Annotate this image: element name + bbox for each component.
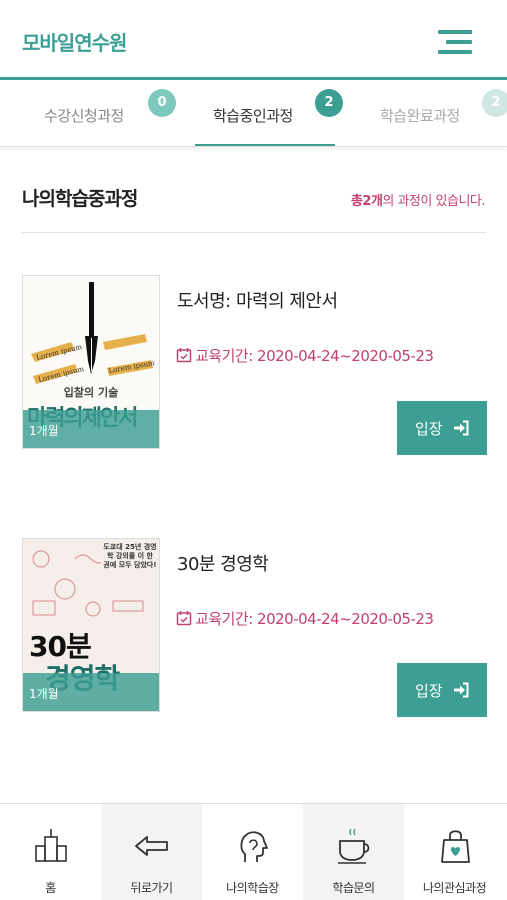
course-count-text: 총2개의 과정이 있습니다. — [350, 190, 486, 209]
course-title[interactable]: 도서명: 마력의 제안서 — [177, 287, 338, 313]
count-suffix: 의 과정이 있습니다. — [382, 194, 485, 209]
nav-home[interactable]: 홈 — [0, 804, 101, 900]
sign-in-icon — [454, 420, 469, 436]
nav-my-learning[interactable]: 나의학습장 — [202, 804, 303, 900]
course-tabs: 수강신청과정 0 학습중인과정 2 학습완료과정 2 — [0, 83, 507, 147]
nav-label: 학습문의 — [332, 881, 375, 895]
period-value: 2020-04-24~2020-05-23 — [257, 610, 434, 628]
course-period: 교육기간: 2020-04-24~2020-05-23 — [176, 345, 434, 366]
coffee-cup-icon — [337, 828, 369, 864]
home-icon — [34, 829, 67, 862]
duration-overlay: 1개월 — [23, 410, 159, 448]
divider — [22, 232, 486, 233]
nav-label: 나의관심과정 — [422, 881, 487, 895]
period-value: 2020-04-24~2020-05-23 — [257, 347, 434, 365]
nav-label: 나의학습장 — [226, 881, 279, 895]
book-cover-thumbnail[interactable]: 도쿄대 25년 경영학 강의를 이 한 권에 모두 담았다! 30분 경영학 1… — [22, 538, 160, 712]
course-card: Lorem ipsum Lorem ipsum Lorem ipsum 입찰의 … — [0, 275, 507, 455]
calendar-check-icon — [176, 611, 192, 626]
shopping-bag-icon — [440, 830, 470, 863]
hamburger-menu-icon[interactable] — [436, 30, 472, 56]
course-title[interactable]: 30분 경영학 — [177, 550, 269, 576]
count-prefix: 총 — [350, 194, 363, 209]
tab-label: 학습완료과정 — [380, 107, 460, 125]
nav-label: 뒤로가기 — [130, 881, 173, 895]
course-card: 도쿄대 25년 경영학 강의를 이 한 권에 모두 담았다! 30분 경영학 1… — [0, 538, 507, 718]
bottom-navigation: 홈 뒤로가기 나의학습장 학습문의 나의관심과정 — [0, 803, 507, 900]
nav-label: 홈 — [45, 881, 56, 895]
tab-count-badge: 0 — [148, 89, 176, 117]
period-label: 교육기간: — [195, 610, 253, 628]
count-value: 2개 — [362, 194, 383, 209]
duration-label: 1개월 — [29, 424, 59, 438]
enter-label: 입장 — [415, 421, 443, 438]
active-tab-indicator — [195, 144, 335, 146]
period-label: 교육기간: — [195, 347, 253, 365]
tab-completed[interactable]: 학습완료과정 2 — [362, 83, 507, 146]
sign-in-icon — [454, 682, 469, 698]
app-header: 모바일연수원 — [0, 0, 507, 80]
enter-button[interactable]: 입장 — [397, 401, 487, 455]
enter-label: 입장 — [415, 683, 443, 700]
nav-interest[interactable]: 나의관심과정 — [404, 804, 505, 900]
head-profile-icon — [239, 831, 268, 862]
duration-overlay: 1개월 — [23, 673, 159, 711]
tab-label: 수강신청과정 — [44, 107, 124, 125]
tab-count-badge: 2 — [482, 89, 507, 117]
cover-subtitle: 입찰의 기술 — [63, 386, 119, 399]
course-period: 교육기간: 2020-04-24~2020-05-23 — [176, 608, 434, 629]
back-arrow-icon — [134, 836, 168, 856]
tab-label: 학습중인과정 — [213, 107, 293, 125]
duration-label: 1개월 — [29, 687, 59, 701]
app-title[interactable]: 모바일연수원 — [22, 27, 127, 56]
book-cover-thumbnail[interactable]: Lorem ipsum Lorem ipsum Lorem ipsum 입찰의 … — [22, 275, 160, 449]
nav-back[interactable]: 뒤로가기 — [101, 804, 202, 900]
tab-count-badge: 2 — [315, 89, 343, 117]
section-title: 나의학습중과정 — [22, 188, 138, 210]
tab-enrollment[interactable]: 수강신청과정 0 — [30, 83, 180, 146]
tab-in-progress[interactable]: 학습중인과정 2 — [195, 83, 343, 146]
calendar-check-icon — [176, 348, 192, 363]
enter-button[interactable]: 입장 — [397, 663, 487, 717]
nav-inquiry[interactable]: 학습문의 — [303, 804, 404, 900]
cover-blurb: 도쿄대 25년 경영학 강의를 이 한 권에 모두 담았다! — [103, 543, 157, 569]
